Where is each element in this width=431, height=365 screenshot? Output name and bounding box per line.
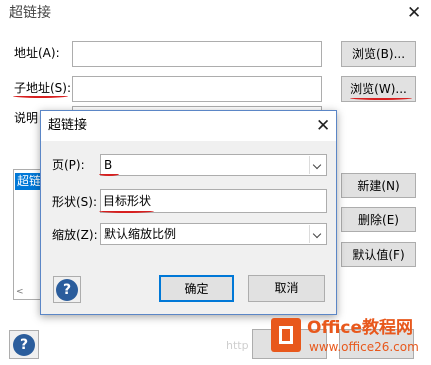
outer-close-icon[interactable]: ✕ bbox=[407, 5, 421, 22]
sub-address-underline bbox=[13, 94, 68, 98]
page-value-underline bbox=[99, 172, 119, 176]
watermark-url-text: http bbox=[226, 339, 249, 352]
zoom-select[interactable]: 默认缩放比例 bbox=[100, 223, 327, 245]
shape-label: 形状(S): bbox=[52, 195, 98, 209]
inner-dialog-title: 超链接 bbox=[48, 118, 88, 133]
watermark-logo-text: Office教程网 bbox=[307, 318, 414, 338]
chevron-down-icon[interactable] bbox=[309, 156, 325, 174]
browse-address-button[interactable]: 浏览(B)... bbox=[341, 41, 416, 67]
description-label: 说明 bbox=[14, 111, 39, 125]
new-button[interactable]: 新建(N) bbox=[341, 173, 416, 198]
delete-button[interactable]: 删除(E) bbox=[341, 207, 416, 232]
shape-input-value: 目标形状 bbox=[103, 194, 152, 208]
page-select-value: B bbox=[104, 158, 113, 172]
help-icon: ? bbox=[13, 334, 35, 356]
help-icon: ? bbox=[56, 279, 78, 301]
sub-address-input[interactable] bbox=[72, 76, 322, 102]
page-select[interactable]: B bbox=[100, 154, 327, 176]
office-logo-icon bbox=[271, 318, 301, 352]
inner-dialog: 超链接 ✕ 页(P): B 形状(S): 目标形状 缩放(Z): 默认缩放比例 … bbox=[40, 110, 337, 315]
outer-help-button[interactable]: ? bbox=[9, 330, 39, 359]
page-label: 页(P): bbox=[52, 158, 85, 172]
zoom-label: 缩放(Z): bbox=[52, 228, 98, 242]
cancel-button[interactable]: 取消 bbox=[248, 275, 325, 302]
inner-close-icon[interactable]: ✕ bbox=[316, 118, 330, 135]
inner-help-button[interactable]: ? bbox=[53, 276, 81, 303]
browse-sub-underline bbox=[350, 96, 412, 100]
ok-button[interactable]: 确定 bbox=[159, 275, 234, 302]
address-label: 地址(A): bbox=[14, 46, 60, 60]
zoom-select-value: 默认缩放比例 bbox=[104, 227, 177, 241]
address-input[interactable] bbox=[72, 41, 322, 67]
hyperlink-list[interactable]: 超链 < bbox=[13, 169, 44, 300]
shape-value-underline bbox=[99, 209, 154, 213]
default-button[interactable]: 默认值(F) bbox=[341, 242, 416, 267]
watermark-site-text: www.office26.com bbox=[309, 340, 419, 354]
outer-dialog-title: 超链接 bbox=[9, 5, 51, 21]
chevron-down-icon[interactable] bbox=[309, 225, 325, 243]
scroll-left-arrow[interactable]: < bbox=[16, 287, 24, 297]
